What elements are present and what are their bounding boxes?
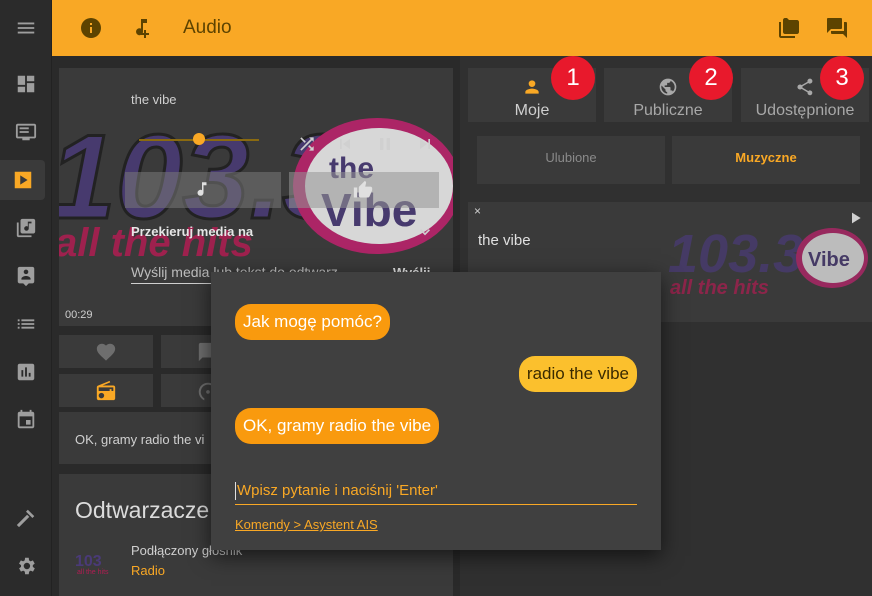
chat-icon[interactable] — [825, 16, 849, 40]
hammer-icon[interactable] — [0, 498, 52, 538]
user-message: radio the vibe — [518, 356, 637, 392]
play-icon[interactable] — [0, 160, 45, 200]
radio-icon — [96, 380, 116, 400]
person-icon — [525, 80, 539, 94]
shuffle-icon[interactable] — [297, 134, 317, 154]
annotation-badge-3: 3 — [820, 56, 864, 100]
elapsed-time: 00:29 — [65, 309, 93, 321]
next-icon[interactable] — [415, 134, 435, 154]
bot-message: OK, gramy radio the vibe — [235, 408, 440, 444]
chevron-down-icon[interactable] — [415, 222, 435, 242]
library-music-icon[interactable] — [0, 208, 52, 248]
chart-icon[interactable] — [0, 352, 52, 392]
thumb-up-icon — [353, 180, 373, 198]
svg-text:103.3: 103.3 — [668, 224, 803, 284]
bot-message: Jak mogę pomóc? — [235, 304, 390, 340]
radio-button[interactable] — [59, 374, 153, 407]
tab-label: Publiczne — [633, 102, 703, 119]
play-icon[interactable] — [848, 210, 864, 226]
tab-label: Moje — [514, 102, 550, 119]
subtab-ulubione[interactable]: Ulubione — [477, 136, 665, 184]
assistant-icon[interactable] — [0, 256, 52, 296]
annotation-badge-1: 1 — [551, 56, 595, 100]
svg-text:Vibe: Vibe — [808, 249, 850, 271]
status-text: OK, gramy radio the vi — [75, 432, 205, 447]
assistant-dialog: Jak mogę pomóc? radio the vibe OK, gramy… — [211, 272, 661, 550]
subtab-muzyczne[interactable]: Muzyczne — [672, 136, 860, 184]
svg-text:all the hits: all the hits — [670, 277, 769, 299]
favorite-button[interactable] — [59, 335, 153, 368]
dashboard-icon[interactable] — [0, 64, 52, 104]
folder-icon[interactable] — [777, 16, 801, 40]
globe-icon — [659, 78, 677, 96]
progress-knob[interactable] — [193, 133, 205, 145]
heart-icon — [96, 343, 116, 361]
top-bar: Audio — [52, 0, 872, 56]
settings-icon[interactable] — [0, 546, 52, 586]
music-note-icon — [197, 182, 207, 196]
media-item-name: the vibe — [478, 232, 531, 249]
tab-label: Udostępnione — [755, 102, 855, 119]
station-thumbnail: 103.3 all the hits Vibe — [668, 224, 868, 299]
page-title: Audio — [183, 17, 232, 38]
question-placeholder: Wpisz pytanie i naciśnij 'Enter' — [237, 482, 438, 499]
album-art-button[interactable] — [125, 172, 281, 208]
add-music-icon[interactable] — [127, 16, 151, 40]
svg-text:103: 103 — [75, 553, 102, 570]
previous-icon[interactable] — [335, 134, 355, 154]
question-input[interactable]: Wpisz pytanie i naciśnij 'Enter' — [235, 482, 637, 506]
track-title: the vibe — [131, 92, 177, 107]
redirect-label: Przekieruj media na — [131, 224, 254, 239]
speaker-source: Radio — [131, 563, 165, 578]
players-title: Odtwarzacze — [75, 497, 210, 523]
menu-icon[interactable] — [0, 8, 52, 48]
svg-text:all the hits: all the hits — [77, 569, 109, 576]
annotation-badge-2: 2 — [689, 56, 733, 100]
pause-icon[interactable] — [375, 134, 395, 154]
speaker-logo[interactable]: 103 all the hits — [75, 546, 115, 576]
close-icon[interactable]: × — [474, 204, 481, 218]
monitor-icon[interactable] — [0, 112, 52, 152]
calendar-icon[interactable] — [0, 400, 52, 440]
info-icon[interactable] — [79, 16, 103, 40]
share-icon — [797, 78, 813, 96]
sidebar — [0, 0, 52, 596]
commands-link[interactable]: Komendy > Asystent AIS — [235, 517, 378, 532]
list-icon[interactable] — [0, 304, 52, 344]
like-button[interactable] — [289, 172, 439, 208]
